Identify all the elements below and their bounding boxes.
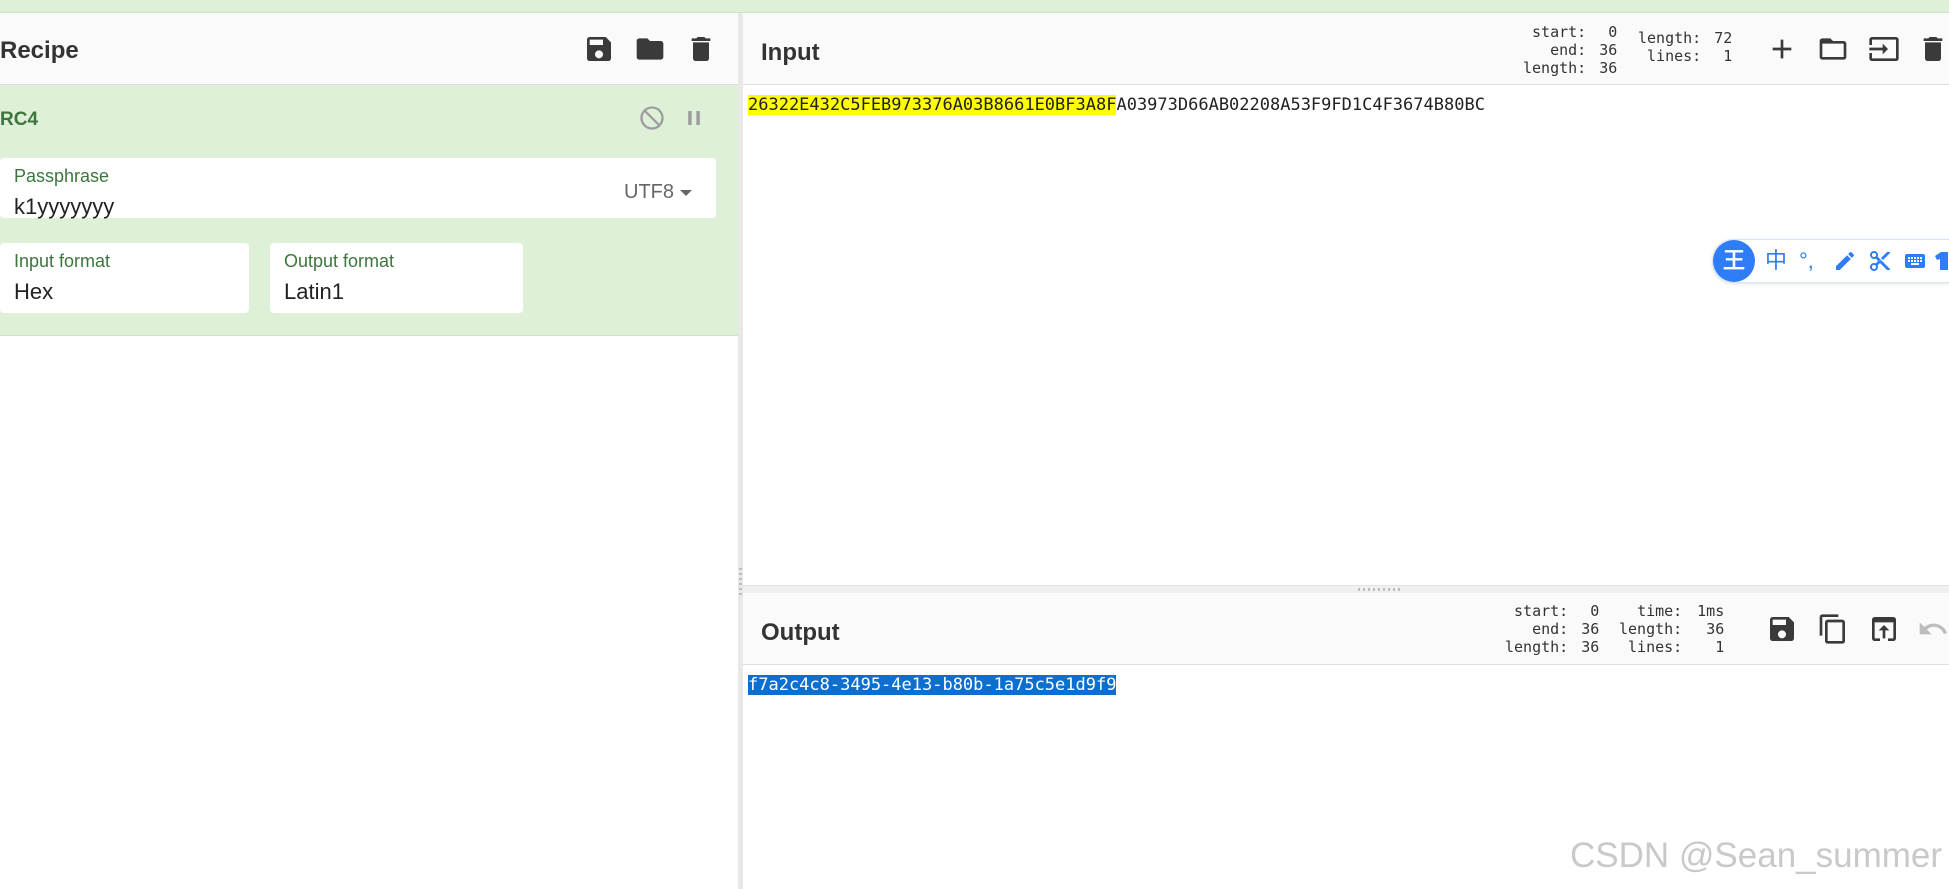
input-icon (1869, 37, 1899, 61)
selected-output: f7a2c4c8-3495-4e13-b80b-1a75c5e1d9f9 (748, 675, 1117, 695)
undo-icon (1919, 622, 1947, 635)
save-output-button[interactable] (1766, 613, 1798, 645)
grip-handle (1358, 588, 1402, 591)
copy-icon (1819, 614, 1845, 644)
clear-input-button[interactable] (1917, 33, 1949, 65)
output-header: Output start: 0 end: 36 length: 36 time:… (743, 593, 1949, 665)
open-in-icon (1872, 617, 1896, 641)
watermark: CSDN @Sean_summer (1570, 836, 1943, 875)
passphrase-value[interactable]: k1yyyyyyy (14, 194, 114, 220)
output-format-label: Output format (284, 251, 395, 271)
input-length-stats: length: 72 lines: 1 (1638, 29, 1733, 65)
top-bar (0, 0, 1949, 13)
ime-keyboard-button[interactable] (1903, 249, 1927, 279)
encoding-value: UTF8 (624, 181, 674, 203)
scissors-icon (1869, 251, 1890, 271)
highlighted-input: 26322E432C5FEB973376A03B8661E0BF3A8F (748, 95, 1117, 115)
replace-input-button[interactable] (1868, 613, 1900, 645)
ime-handwrite-button[interactable] (1833, 249, 1857, 279)
add-tab-button[interactable] (1766, 33, 1798, 65)
operation-name: RC4 (0, 109, 39, 130)
input-selection-stats: start: 0 end: 36 length: 36 (1523, 23, 1618, 77)
ime-punctuation-toggle[interactable]: °, (1799, 248, 1814, 274)
load-recipe-button[interactable] (634, 33, 666, 65)
input-format-value[interactable]: Hex (14, 279, 53, 305)
pause-icon (688, 111, 700, 125)
output-text[interactable]: f7a2c4c8-3495-4e13-b80b-1a75c5e1d9f9 (748, 675, 1117, 695)
rc4-operation: RC4 Passphrase k1yyyyyyy UTF8 Input form… (0, 85, 738, 336)
trash-icon (691, 37, 711, 61)
disable-icon (640, 106, 664, 130)
open-file-button[interactable] (1817, 33, 1849, 65)
copy-output-button[interactable] (1817, 613, 1849, 645)
folder-open-icon (1819, 38, 1847, 60)
ime-language-toggle[interactable]: 中 (1765, 248, 1787, 274)
pause-operation-button[interactable] (680, 104, 708, 132)
input-format-label: Input format (14, 251, 111, 271)
keyboard-icon (1905, 254, 1925, 268)
folder-icon (636, 38, 664, 60)
save-icon (1770, 617, 1794, 641)
ime-screenshot-button[interactable] (1868, 249, 1892, 279)
output-selection-stats: start: 0 end: 36 length: 36 (1505, 602, 1600, 656)
save-icon (587, 37, 611, 61)
output-length-stats: time: 1ms length: 36 lines: 1 (1619, 602, 1725, 656)
recipe-pane: Recipe RC4 Passphrase k1yyyyyyy UTF8 Inp… (0, 13, 738, 889)
input-title: Input (761, 39, 820, 66)
ime-skin-button[interactable] (1935, 249, 1949, 279)
output-title: Output (761, 619, 840, 646)
disable-operation-button[interactable] (638, 104, 666, 132)
recipe-title: Recipe (0, 37, 79, 64)
output-format-field[interactable]: Output format Latin1 (270, 243, 523, 313)
ime-toolbar: 王 中 °, (1712, 239, 1949, 283)
horizontal-splitter[interactable] (743, 585, 1949, 593)
input-text-rest: A03973D66AB02208A53F9FD1C4F3674B80BC (1116, 95, 1485, 115)
grip-handle (739, 568, 742, 598)
clear-recipe-button[interactable] (685, 33, 717, 65)
passphrase-label: Passphrase (14, 166, 110, 186)
open-folder-button[interactable] (1868, 33, 1900, 65)
input-text[interactable]: 26322E432C5FEB973376A03B8661E0BF3A8FA039… (748, 95, 1485, 115)
trash-icon (1923, 37, 1943, 61)
caret-down-icon (680, 189, 692, 196)
undo-button[interactable] (1917, 613, 1949, 645)
passphrase-encoding-dropdown[interactable]: UTF8 (624, 181, 692, 204)
pen-icon (1836, 251, 1854, 270)
passphrase-field[interactable]: Passphrase k1yyyyyyy UTF8 (0, 158, 716, 220)
recipe-header: Recipe (0, 13, 738, 85)
save-recipe-button[interactable] (583, 33, 615, 65)
input-format-field[interactable]: Input format Hex (0, 243, 249, 313)
output-format-value[interactable]: Latin1 (284, 279, 344, 305)
shirt-icon (1935, 252, 1948, 270)
input-header: Input start: 0 end: 36 length: 36 length… (743, 13, 1949, 85)
input-text-area[interactable]: 26322E432C5FEB973376A03B8661E0BF3A8FA039… (743, 85, 1949, 585)
plus-icon (1772, 39, 1792, 59)
ime-logo[interactable]: 王 (1713, 240, 1755, 282)
